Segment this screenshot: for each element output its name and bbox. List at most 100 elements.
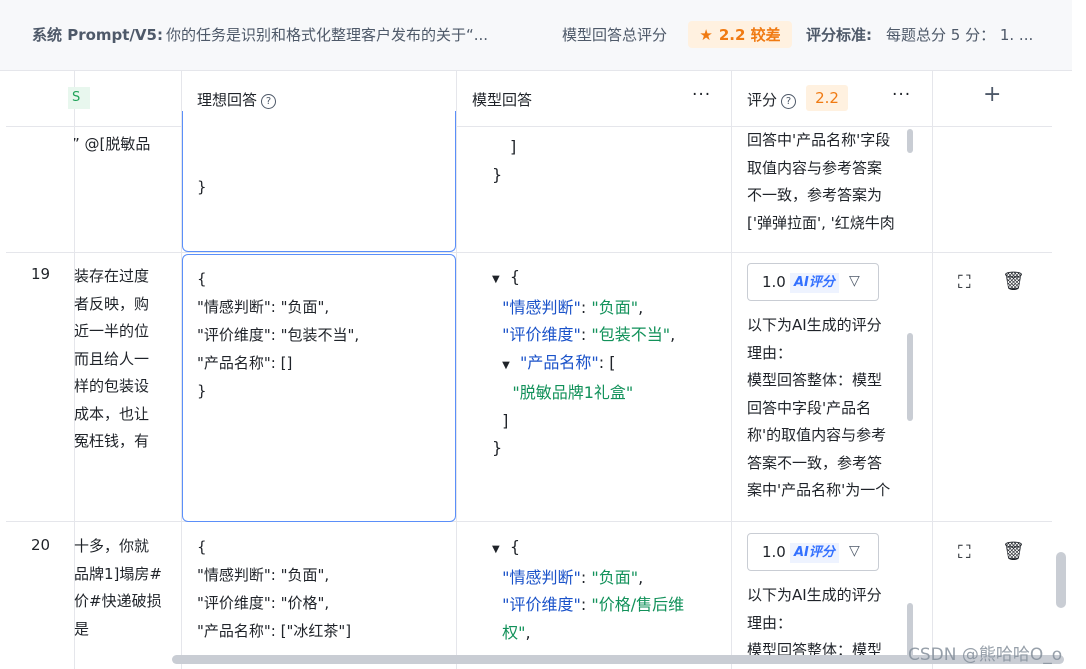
reason-line: 案中'产品名称'为一个	[747, 481, 891, 499]
system-prompt-label: 系统 Prompt/V5:	[32, 26, 163, 44]
collapse-triangle-icon[interactable]: ▼	[502, 360, 510, 371]
standard-label: 评分标准:	[806, 26, 872, 44]
column-header-model[interactable]: 模型回答	[472, 89, 532, 110]
expand-icon[interactable]: ⛶	[958, 272, 971, 293]
question-line: 十多，你就	[74, 537, 150, 555]
json-key: "情感判断"	[502, 297, 581, 317]
row-divider	[6, 521, 1052, 522]
ideal-answer-text[interactable]: { "情感判断": "负面", "评价维度": "价格", "产品名称": ["…	[197, 533, 351, 653]
json-key: "评价维度"	[502, 595, 581, 614]
reason-line: 模型回答整体：模型	[747, 371, 883, 389]
total-score-badge: ★ 2.2 较差	[688, 21, 792, 48]
help-icon[interactable]: ?	[261, 94, 277, 109]
reason-line: 称'的取值内容与参考	[747, 426, 887, 444]
json-value: "脱敏品牌1礼盒"	[512, 383, 634, 402]
delete-icon[interactable]: 🗑	[1002, 541, 1025, 562]
model-answer-code: ▼ { "情感判断": "负面", "评价维度": "包装不当", ▼ "产品名…	[492, 267, 676, 457]
score-average-badge: 2.2	[806, 85, 848, 111]
model-column-more-icon[interactable]: ···	[692, 85, 711, 105]
ideal-line: "产品名称": ["冰红茶"]	[197, 622, 352, 640]
ideal-line: "产品名称": []	[197, 354, 293, 372]
chevron-down-icon: ▽	[849, 543, 860, 559]
json-value: "价格/售后维	[591, 595, 685, 614]
column-header-score[interactable]: 评分?	[747, 89, 797, 110]
ideal-line: {	[197, 270, 207, 288]
ideal-line: }	[197, 382, 207, 400]
ideal-line: }	[197, 178, 207, 196]
question-line: 冤枉钱，有	[74, 432, 150, 450]
row-divider	[6, 252, 1052, 253]
vertical-scrollbar[interactable]	[1056, 552, 1066, 608]
reason-line: ['弹弹拉面', '红烧牛肉	[747, 213, 895, 232]
json-value: "包装不当"	[591, 325, 671, 344]
question-line: 样的包装设	[74, 377, 150, 395]
question-line: 是	[74, 619, 90, 638]
model-line: ]	[510, 137, 517, 156]
score-select[interactable]: 1.0 AI评分 ▽	[747, 263, 879, 301]
question-line: 装存在过度	[74, 267, 150, 285]
reason-line: 理由：	[747, 343, 793, 362]
score-value: 1.0	[762, 543, 786, 561]
json-key: "评价维度"	[502, 325, 581, 344]
score-value: 1.0	[762, 273, 786, 291]
row-number: 19	[31, 265, 51, 283]
ideal-answer-editor[interactable]: }	[182, 111, 456, 252]
reason-line: 取值内容与参考答案	[747, 158, 883, 177]
reason-scrollbar[interactable]	[907, 129, 913, 153]
ai-score-tag: AI评分	[790, 273, 839, 293]
json-key: "产品名称"	[520, 352, 599, 372]
partial-column-tag: S	[68, 87, 90, 109]
column-divider	[932, 71, 933, 669]
table-header: S 理想回答? 模型回答 ··· 评分? 2.2 ··· +	[6, 71, 1052, 126]
chevron-down-icon: ▽	[849, 273, 860, 289]
ideal-line: {	[197, 538, 207, 556]
ideal-answer-editor[interactable]: { "情感判断": "负面", "评价维度": "包装不当", "产品名称": …	[182, 254, 456, 522]
total-score-label: 模型回答总评分	[562, 26, 668, 44]
evaluation-table: S 理想回答? 模型回答 ··· 评分? 2.2 ··· + ” @[脱敏品 }…	[6, 71, 1052, 669]
column-divider	[731, 71, 732, 669]
reason-line: 以下为AI生成的评分	[747, 586, 882, 604]
ideal-line: "情感判断": "负面",	[197, 566, 330, 584]
question-line: 近一半的位	[74, 322, 150, 340]
model-line: }	[492, 164, 503, 184]
ideal-line: "评价维度": "包装不当",	[197, 326, 360, 344]
question-cell: ” @[脱敏品	[74, 131, 180, 251]
collapse-triangle-icon[interactable]: ▼	[492, 274, 500, 285]
collapse-triangle-icon[interactable]: ▼	[492, 544, 500, 555]
question-line: 成本，也让	[74, 404, 150, 423]
total-score-value: 2.2 较差	[718, 26, 781, 44]
score-reason: 回答中'产品名称'字段 取值内容与参考答案 不一致，参考答案为 ['弹弹拉面',…	[747, 127, 905, 251]
column-divider	[456, 71, 457, 669]
delete-icon[interactable]: 🗑	[1002, 271, 1025, 292]
reason-line: 回答中'产品名称'字段	[747, 131, 891, 149]
question-line: ” @[脱敏品	[74, 135, 151, 153]
expand-icon[interactable]: ⛶	[958, 542, 971, 563]
standard-text[interactable]: 每题总分 5 分： 1. ...	[886, 24, 1033, 45]
column-header-ideal[interactable]: 理想回答?	[197, 89, 277, 110]
reason-line: 以下为AI生成的评分	[747, 316, 882, 334]
question-cell: 装存在过度 者反映，购 近一半的位 而且给人一 样的包装设 成本，也让 冤枉钱，…	[74, 263, 180, 473]
question-line: 者反映，购	[74, 294, 150, 313]
json-key: "情感判断"	[502, 567, 581, 587]
help-icon[interactable]: ?	[781, 94, 797, 109]
score-select[interactable]: 1.0 AI评分 ▽	[747, 533, 879, 571]
reason-scrollbar[interactable]	[907, 333, 913, 421]
add-column-icon[interactable]: +	[983, 82, 1001, 107]
ideal-header-label: 理想回答	[197, 91, 258, 109]
prompt-summary-bar: 系统 Prompt/V5: 你的任务是识别和格式化整理客户发布的关于“... 模…	[0, 0, 1072, 71]
watermark: CSDN @熊哈哈O_o	[908, 645, 1063, 665]
model-answer-code: ]}	[492, 133, 517, 188]
ai-score-tag: AI评分	[790, 543, 839, 563]
star-icon: ★	[699, 25, 713, 44]
model-answer-code: ▼ { "情感判断": "负面", "评价维度": "价格/售后维 权",	[492, 537, 685, 642]
json-value: 权"	[502, 622, 526, 642]
question-line: 价#快递破损	[74, 592, 162, 610]
ideal-line: "评价维度": "价格",	[197, 594, 330, 612]
reason-line: 不一致，参考答案为	[747, 186, 883, 204]
system-prompt-text[interactable]: 你的任务是识别和格式化整理客户发布的关于“...	[166, 24, 488, 45]
row-number: 20	[31, 536, 51, 554]
json-value: "负面"	[591, 297, 639, 317]
ideal-line: "情感判断": "负面",	[197, 298, 330, 316]
score-header-label: 评分	[747, 91, 778, 109]
score-column-more-icon[interactable]: ···	[892, 85, 911, 105]
